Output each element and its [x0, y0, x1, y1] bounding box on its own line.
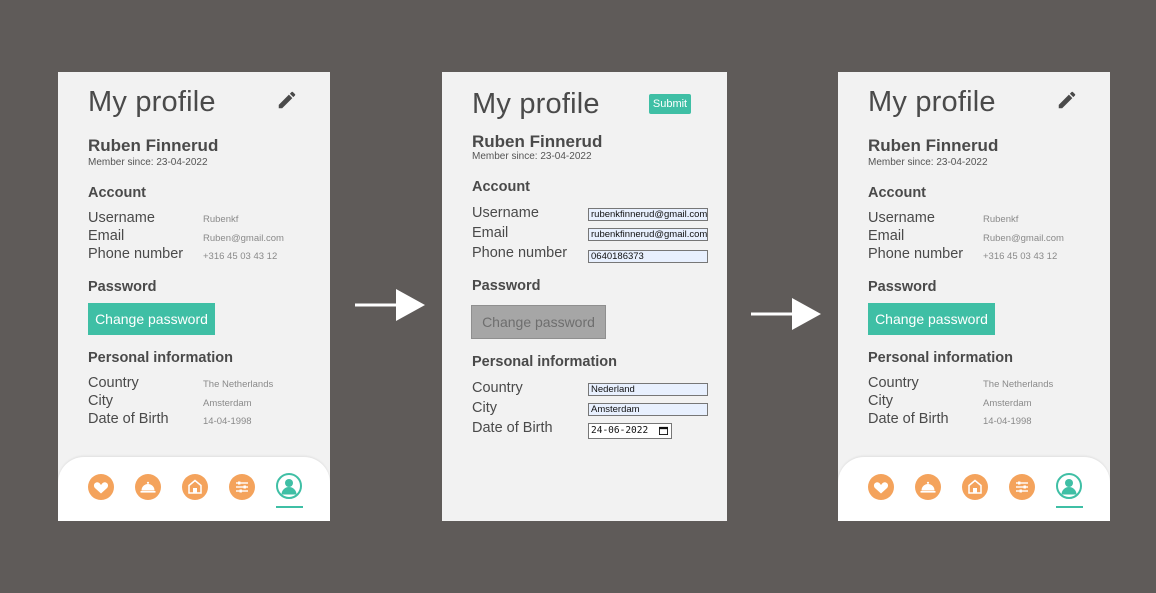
email-value: Ruben@gmail.com — [983, 233, 1064, 244]
change-password-button-disabled: Change password — [471, 305, 606, 339]
profile-icon[interactable] — [1056, 473, 1082, 499]
country-label: Country — [472, 380, 523, 396]
dob-value: 14-04-1998 — [203, 416, 252, 427]
phone-label: Phone number — [88, 246, 184, 262]
member-since: Member since: 23-04-2022 — [472, 151, 592, 162]
cloche-icon[interactable] — [915, 474, 941, 500]
account-heading: Account — [472, 179, 530, 195]
dob-label: Date of Birth — [472, 420, 553, 436]
profile-icon[interactable] — [276, 473, 302, 499]
member-since: Member since: 23-04-2022 — [868, 157, 988, 168]
user-name: Ruben Finnerud — [868, 136, 999, 155]
password-heading: Password — [868, 279, 937, 295]
personal-info-heading: Personal information — [88, 350, 234, 366]
bottom-navigation — [58, 457, 330, 521]
page-title: My profile — [88, 86, 216, 118]
sliders-icon[interactable] — [1009, 474, 1035, 500]
phone-value: +316 45 03 43 12 — [203, 251, 278, 262]
username-input[interactable]: rubenkfinnerud@gmail.com — [588, 208, 708, 221]
profile-screen-view: My profile Ruben Finnerud Member since: … — [58, 72, 330, 521]
dob-value: 14-04-1998 — [983, 416, 1032, 427]
home-icon[interactable] — [962, 474, 988, 500]
email-value: Ruben@gmail.com — [203, 233, 284, 244]
dob-label: Date of Birth — [868, 411, 949, 427]
password-heading: Password — [88, 279, 157, 295]
personal-info-heading: Personal information — [868, 350, 1014, 366]
personal-info-heading: Personal information — [472, 354, 618, 370]
email-label: Email — [88, 228, 125, 244]
arrow-right-icon — [751, 298, 821, 330]
phone-label: Phone number — [472, 245, 568, 261]
username-label: Username — [88, 210, 155, 226]
arrow-right-icon — [355, 289, 425, 321]
email-input[interactable]: rubenkfinnerud@gmail.com — [588, 228, 708, 241]
dob-input-value: 24-06-2022 — [591, 425, 649, 436]
email-label: Email — [868, 228, 905, 244]
profile-screen-view-updated: My profile Ruben Finnerud Member since: … — [838, 72, 1110, 521]
dob-date-picker[interactable]: 24-06-2022 — [588, 423, 672, 439]
page-title: My profile — [868, 86, 996, 118]
account-heading: Account — [88, 185, 146, 201]
country-label: Country — [88, 375, 139, 391]
active-tab-indicator — [276, 506, 303, 508]
active-tab-indicator — [1056, 506, 1083, 508]
change-password-button[interactable]: Change password — [868, 303, 995, 335]
username-label: Username — [472, 205, 539, 221]
profile-edit-screen: My profile Submit Ruben Finnerud Member … — [442, 72, 727, 521]
city-value: Amsterdam — [203, 398, 252, 409]
country-label: Country — [868, 375, 919, 391]
user-name: Ruben Finnerud — [88, 136, 219, 155]
pencil-icon[interactable] — [276, 89, 298, 111]
submit-button[interactable]: Submit — [649, 94, 691, 114]
city-value: Amsterdam — [983, 398, 1032, 409]
country-value: The Netherlands — [203, 379, 274, 390]
username-value: Rubenkf — [983, 214, 1019, 225]
city-label: City — [868, 393, 893, 409]
member-since: Member since: 23-04-2022 — [88, 157, 208, 168]
heart-icon[interactable] — [868, 474, 894, 500]
page-title: My profile — [472, 88, 600, 120]
password-heading: Password — [472, 278, 541, 294]
phone-input[interactable]: 0640186373 — [588, 250, 708, 263]
city-label: City — [88, 393, 113, 409]
user-name: Ruben Finnerud — [472, 132, 603, 151]
phone-value: +316 45 03 43 12 — [983, 251, 1058, 262]
cloche-icon[interactable] — [135, 474, 161, 500]
username-value: Rubenkf — [203, 214, 239, 225]
heart-icon[interactable] — [88, 474, 114, 500]
home-icon[interactable] — [182, 474, 208, 500]
city-label: City — [472, 400, 497, 416]
country-value: The Netherlands — [983, 379, 1054, 390]
change-password-button[interactable]: Change password — [88, 303, 215, 335]
phone-label: Phone number — [868, 246, 964, 262]
dob-label: Date of Birth — [88, 411, 169, 427]
bottom-navigation — [838, 457, 1110, 521]
sliders-icon[interactable] — [229, 474, 255, 500]
city-input[interactable]: Amsterdam — [588, 403, 708, 416]
pencil-icon[interactable] — [1056, 89, 1078, 111]
country-input[interactable]: Nederland — [588, 383, 708, 396]
calendar-icon[interactable] — [659, 426, 668, 435]
username-label: Username — [868, 210, 935, 226]
email-label: Email — [472, 225, 509, 241]
account-heading: Account — [868, 185, 926, 201]
